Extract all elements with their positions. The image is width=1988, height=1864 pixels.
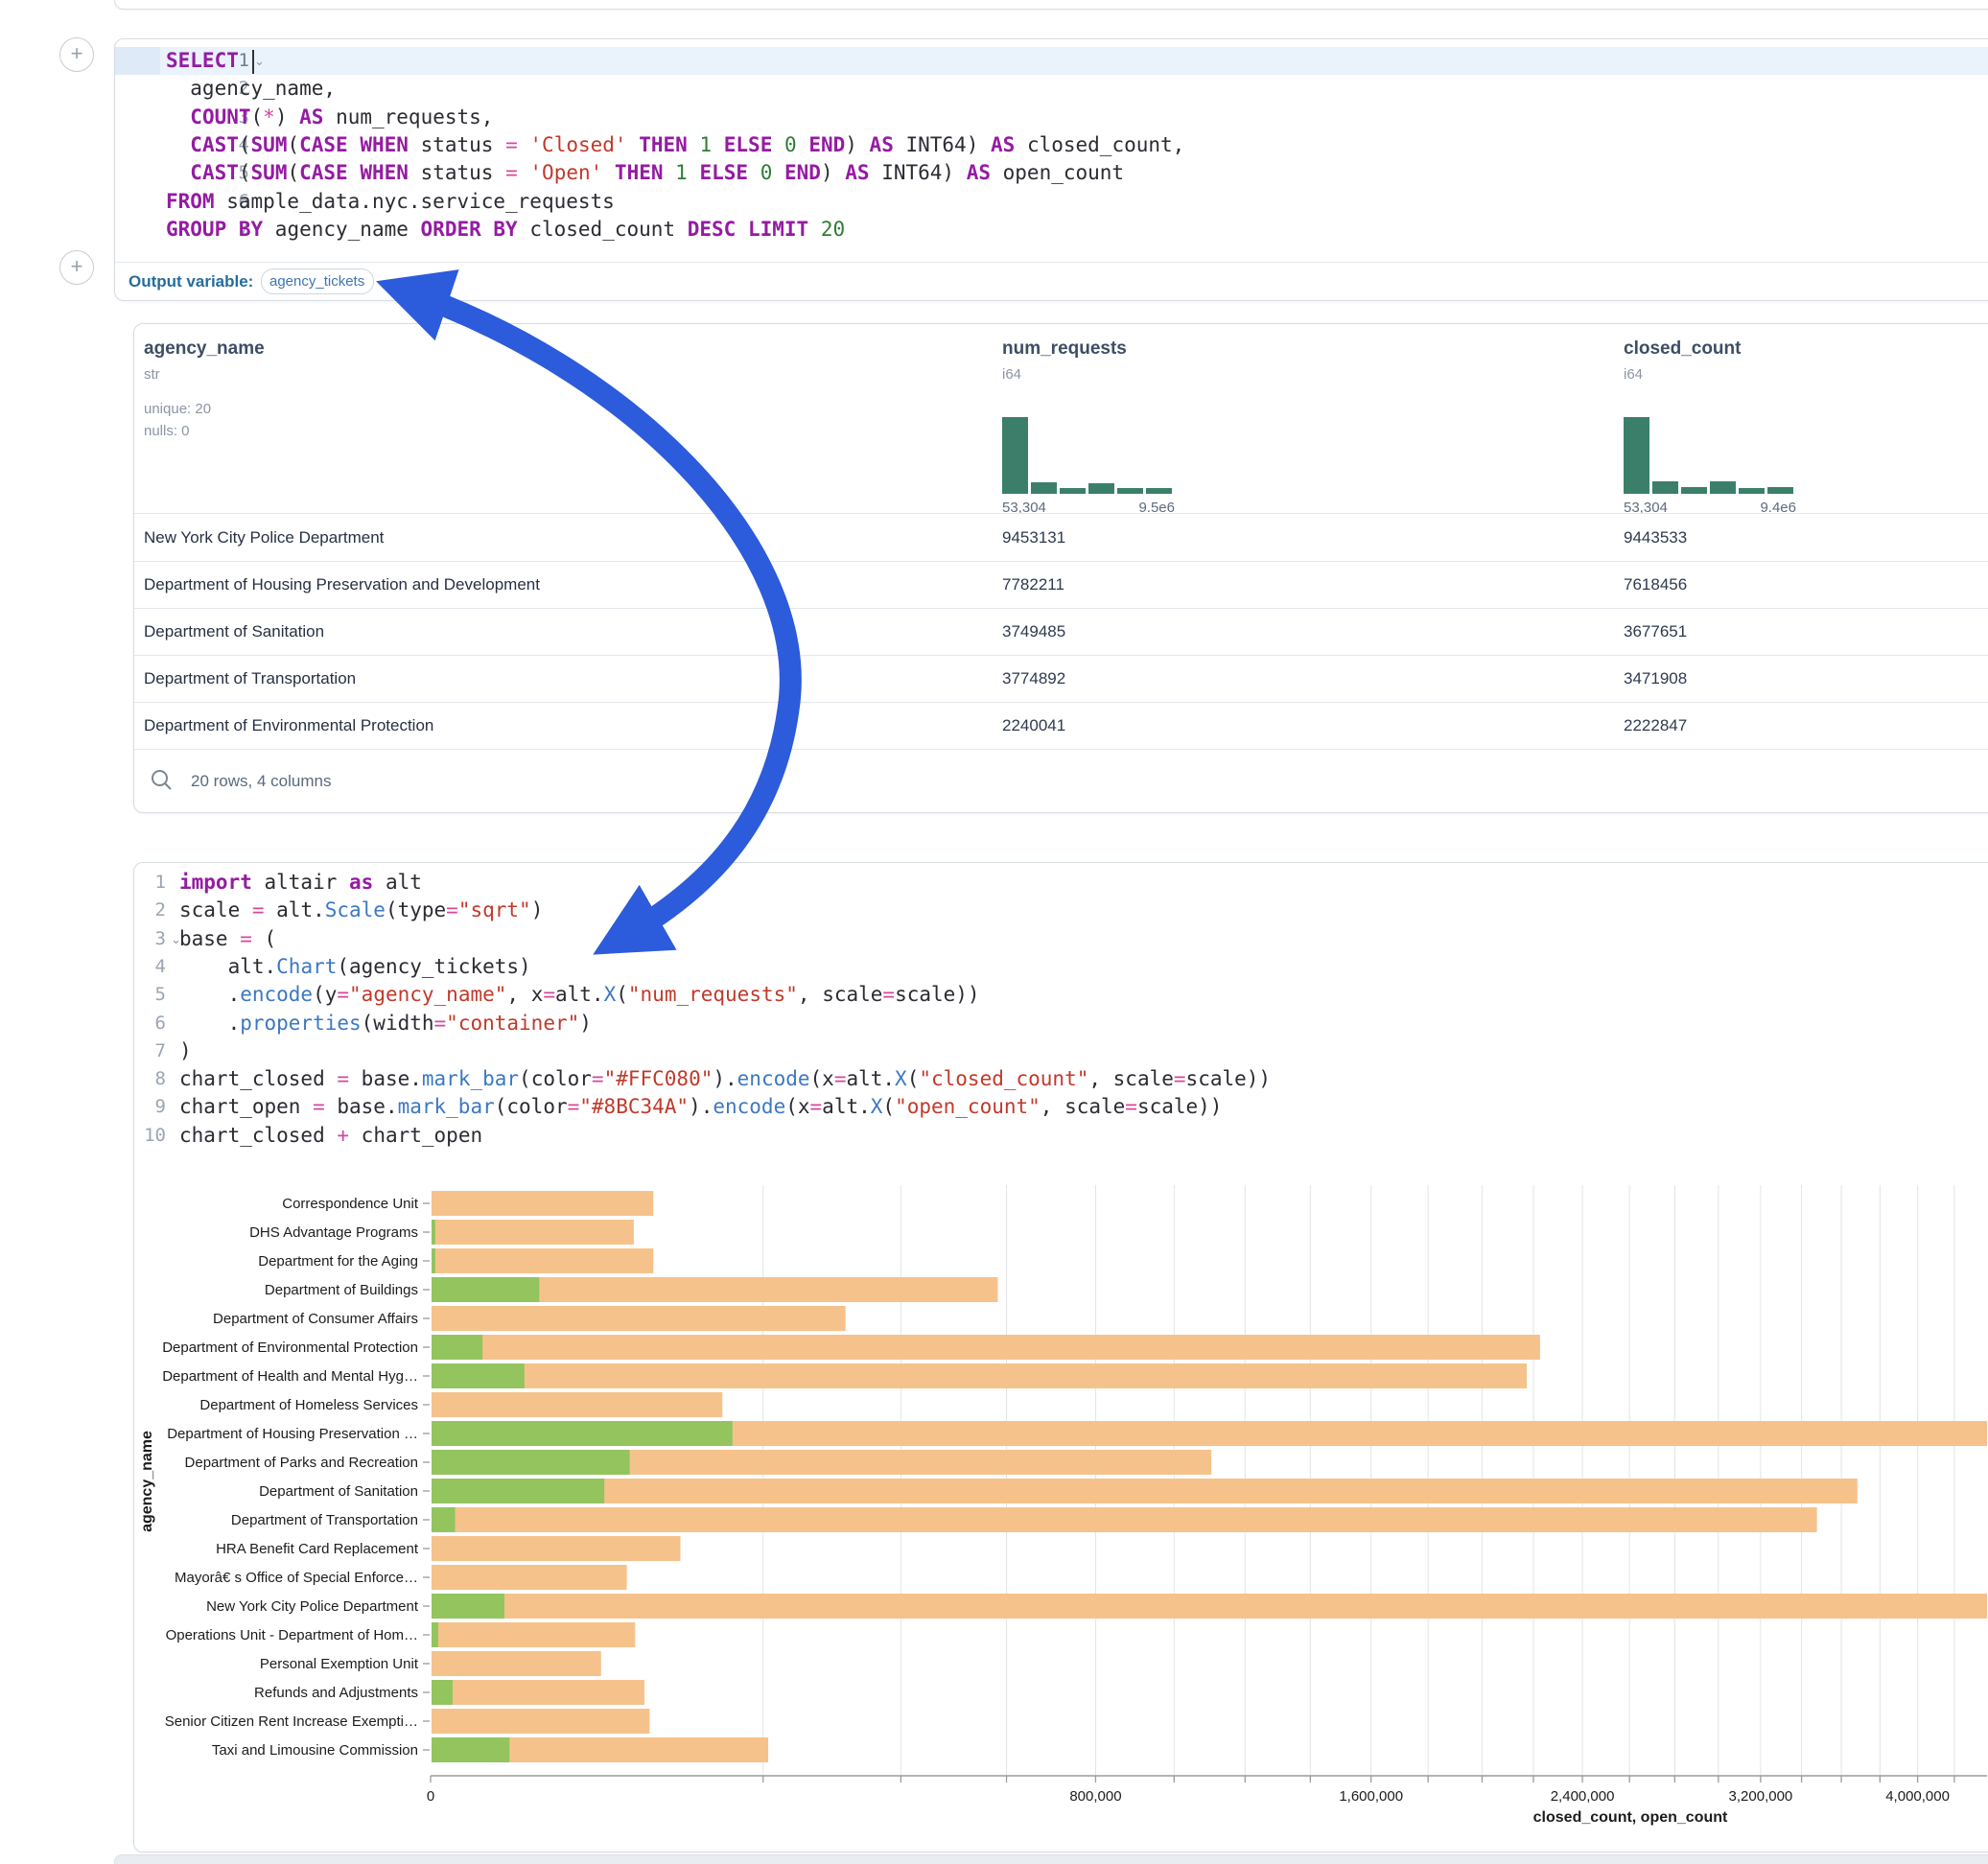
cell-num-requests: 2240041	[1002, 702, 1065, 749]
text-cursor	[252, 50, 254, 74]
table-row[interactable]: Department of Sanitation 3749485 3677651	[134, 608, 1988, 656]
code-line[interactable]: CAST(SUM(CASE WHEN status = 'Open' THEN …	[166, 159, 1988, 187]
code-line[interactable]: chart_closed = base.mark_bar(color="#FFC…	[179, 1065, 1988, 1093]
cell-closed-count: 9443533	[1624, 514, 1687, 561]
cell-divider	[115, 262, 1988, 263]
column-name: num_requests	[1002, 338, 1127, 360]
output-variable-label: Output variable:	[129, 272, 253, 291]
previous-cell-edge	[114, 0, 1988, 10]
histogram-bar	[1031, 482, 1057, 494]
code-line[interactable]: import altair as alt	[179, 869, 1988, 897]
line-number: 9	[134, 1093, 166, 1121]
cell-num-requests: 9453131	[1002, 514, 1065, 561]
cell-closed-count: 2222847	[1624, 702, 1687, 749]
table-row[interactable]: Department of Housing Preservation and D…	[134, 561, 1988, 609]
code-line[interactable]: chart_closed + chart_open	[179, 1122, 1988, 1150]
next-cell-edge	[114, 1854, 1988, 1864]
python-code-editor[interactable]: 1 import altair as alt 2 scale = alt.Scale(…	[134, 869, 1988, 1156]
line-number: 8	[134, 1065, 166, 1093]
column-type: i64	[1624, 366, 1643, 383]
histogram-bar	[1710, 481, 1736, 494]
cell-num-requests: 3774892	[1002, 655, 1065, 702]
histogram-bar	[1681, 487, 1707, 494]
code-line[interactable]: agency_name,	[166, 75, 1988, 103]
code-line[interactable]: CAST(SUM(CASE WHEN status = 'Closed' THE…	[166, 131, 1988, 159]
column-type: i64	[1002, 366, 1021, 383]
add-cell-button-middle[interactable]: +	[59, 250, 94, 285]
line-number: 6	[134, 1010, 166, 1037]
cell-closed-count: 3677651	[1624, 608, 1687, 655]
histogram-bar	[1739, 488, 1765, 494]
table-body: New York City Police Department 9453131 94…	[134, 513, 1988, 749]
cell-agency-name: New York City Police Department	[144, 514, 384, 561]
column-name: closed_count	[1624, 338, 1741, 360]
histogram-bar	[1002, 417, 1028, 494]
code-line[interactable]: scale = alt.Scale(type="sqrt")	[179, 897, 1988, 924]
column-histogram	[1624, 417, 1796, 494]
search-icon[interactable]	[150, 768, 175, 793]
python-cell[interactable]: 1 import altair as alt 2 scale = alt.Scale(…	[133, 862, 1988, 1852]
code-line[interactable]: chart_open = base.mark_bar(color="#8BC34…	[179, 1093, 1988, 1121]
cell-num-requests: 7782211	[1002, 561, 1064, 608]
table-row-count: 20 rows, 4 columns	[191, 772, 331, 791]
table-row[interactable]: New York City Police Department 9453131 94…	[134, 514, 1988, 562]
code-line[interactable]: .encode(y="agency_name", x=alt.X("num_re…	[179, 981, 1988, 1009]
sql-cell[interactable]: 1⌄SELECT 2 agency_name,3 COUNT(*) AS num…	[114, 38, 1988, 301]
line-number: 5	[134, 981, 166, 1009]
column-stat: unique: 20	[144, 401, 211, 417]
cell-num-requests: 3749485	[1002, 608, 1065, 655]
histogram-bar	[1146, 488, 1172, 494]
line-number: 3	[134, 925, 166, 953]
code-line[interactable]: .properties(width="container")	[179, 1010, 1988, 1037]
sql-code-editor[interactable]: 1⌄SELECT 2 agency_name,3 COUNT(*) AS num…	[115, 47, 1988, 262]
output-variable-pill[interactable]: agency_tickets	[261, 268, 374, 294]
line-number: 7	[134, 1037, 166, 1065]
add-cell-button-top[interactable]: +	[59, 37, 94, 72]
column-stat: nulls: 0	[144, 423, 190, 439]
column-histogram	[1002, 417, 1175, 494]
cell-agency-name: Department of Sanitation	[144, 608, 324, 655]
line-number: 1	[134, 869, 166, 897]
table-row[interactable]: Department of Environmental Protection 22…	[134, 702, 1988, 750]
code-line[interactable]: base = (	[179, 925, 1988, 953]
table-header-row: agency_namestr unique: 20 nulls: 0 num_requ…	[134, 324, 1988, 513]
histogram-bar	[1624, 417, 1649, 494]
line-number: 4	[134, 953, 166, 981]
line-number: 10	[134, 1122, 166, 1150]
code-line[interactable]: COUNT(*) AS num_requests,	[166, 104, 1988, 131]
cell-agency-name: Department of Housing Preservation and D…	[144, 561, 540, 608]
code-line[interactable]: SELECT	[166, 47, 1988, 75]
notebook-page: + + 1⌄SELECT 2 agency_name,3 COUNT(*) AS…	[0, 0, 1988, 1864]
histogram-bar	[1767, 487, 1793, 494]
result-table-card: agency_namestr unique: 20 nulls: 0 num_requ…	[133, 323, 1988, 813]
code-line[interactable]: GROUP BY agency_name ORDER BY closed_cou…	[166, 216, 1988, 244]
code-line[interactable]: alt.Chart(agency_tickets)	[179, 953, 1988, 981]
code-line[interactable]: )	[179, 1037, 1988, 1065]
cell-agency-name: Department of Environmental Protection	[144, 702, 433, 749]
code-line[interactable]: FROM sample_data.nyc.service_requests	[166, 188, 1988, 216]
cell-closed-count: 7618456	[1624, 561, 1687, 608]
column-type: str	[144, 366, 160, 383]
histogram-bar	[1060, 488, 1086, 494]
column-name: agency_name	[144, 338, 265, 360]
cell-closed-count: 3471908	[1624, 655, 1687, 702]
histogram-bar	[1652, 481, 1678, 494]
histogram-bar	[1088, 483, 1114, 494]
table-row[interactable]: Department of Transportation 3774892 34719…	[134, 655, 1988, 703]
cell-agency-name: Department of Transportation	[144, 655, 356, 702]
histogram-bar	[1117, 488, 1143, 494]
line-number: 2	[134, 897, 166, 924]
